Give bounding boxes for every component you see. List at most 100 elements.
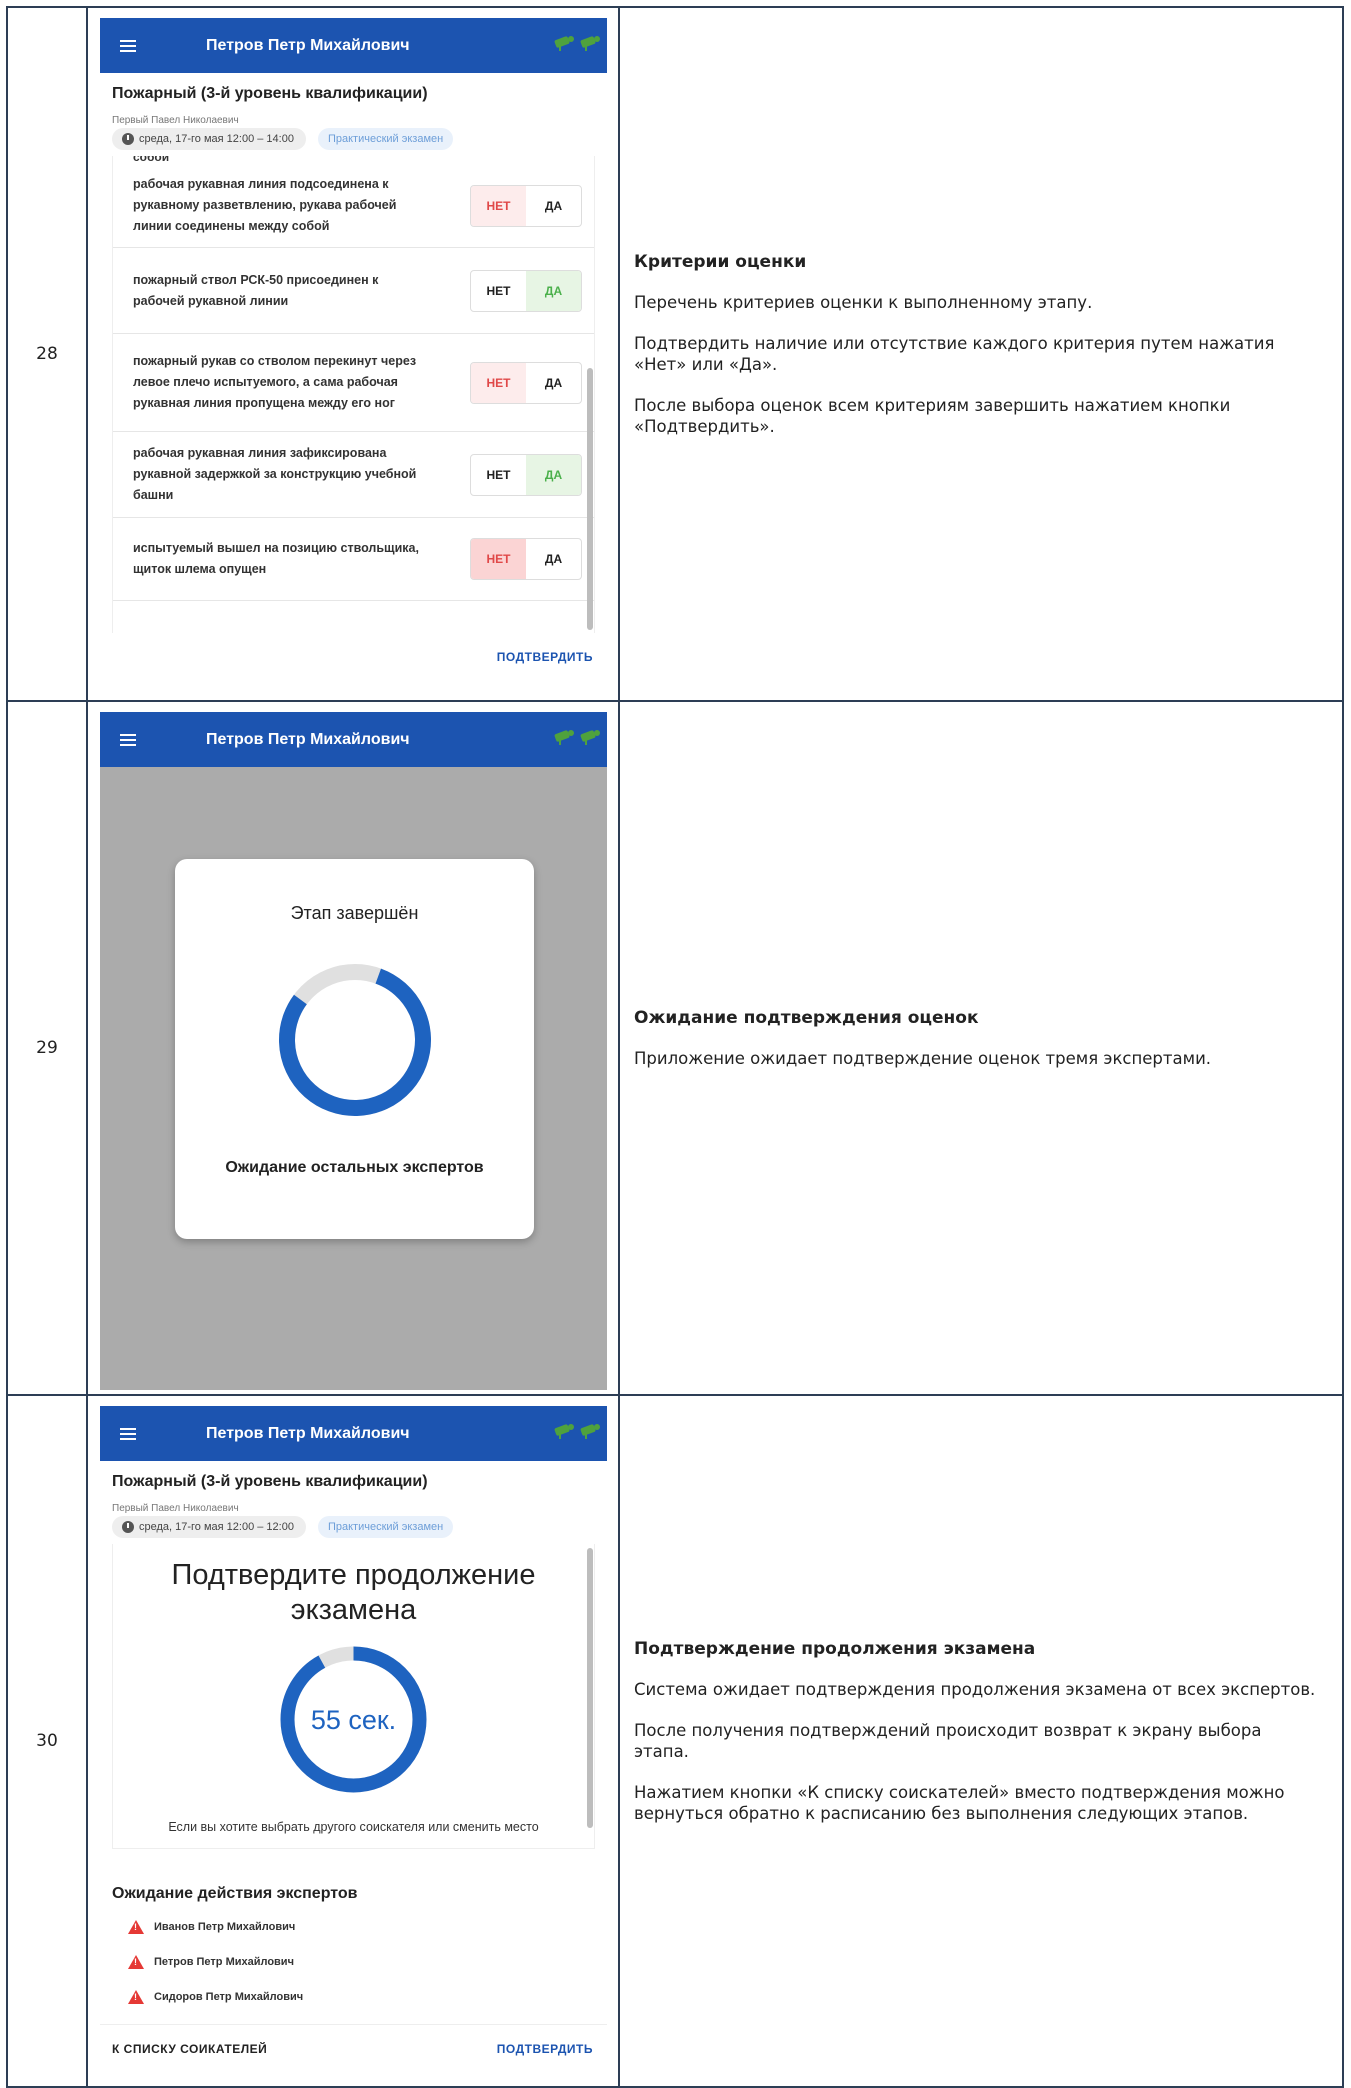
description-cell: Критерии оценки Перечень критериев оценк… [618,6,1344,702]
app-bar-title: Петров Петр Михайлович [206,36,410,54]
description-cell: Подтверждение продолжения экзамена Систе… [618,1394,1344,2088]
app-bar: Петров Петр Михайлович [100,712,607,767]
description-text: Нажатием кнопки «К списку соискателей» в… [634,1782,1285,1823]
phone-screen-criteria: Петров Петр Михайлович Пожарный (3-й уро… [100,18,607,698]
screenshot-cell: Петров Петр Михайлович Пожарный (3-й уро… [86,1394,620,2088]
waiting-experts-heading: Ожидание действия экспертов [112,1885,358,1902]
confirm-continue-panel: Подтвердите продолжение экзамена 55 сек.… [112,1544,595,1849]
examinee-name: Первый Павел Николаевич [112,115,239,126]
criterion-text: пожарный ствол РСК-50 присоединен к рабо… [133,272,379,308]
phone-screen-waiting: Петров Петр Михайлович Этап завершён Ожи… [100,712,607,1390]
camera-icon [553,1423,575,1439]
examinee-name: Первый Павел Николаевич [112,1503,239,1514]
expert-name: Иванов Петр Михайлович [154,1920,296,1933]
screenshot-cell: Петров Петр Михайлович Пожарный (3-й уро… [86,6,620,702]
experts-list: Иванов Петр Михайлович Петров Петр Михай… [100,1903,607,2014]
camera-icon [553,729,575,745]
time-chip: среда, 17-го мая 12:00 – 12:00 [112,1516,306,1538]
criterion-row: рабочая рукавная линия зафиксирована рук… [113,432,594,518]
yes-button[interactable]: ДА [526,270,581,311]
camera-status-icons [553,1423,601,1439]
app-bar-title: Петров Петр Михайлович [206,1424,410,1442]
confirm-button[interactable]: ПОДТВЕРДИТЬ [497,650,593,664]
expert-item: Петров Петр Михайлович [100,1944,607,1979]
footer-actions: К СПИСКУ СОИКАТЕЛЕЙ ПОДТВЕРДИТЬ [100,2024,607,2072]
row-number: 28 [6,6,88,702]
menu-icon[interactable] [120,733,136,746]
row-number: 30 [6,1394,88,2088]
scrollbar[interactable] [587,368,593,630]
exam-type-chip: Практический экзамен [317,128,454,150]
criterion-text: пожарный рукав со стволом перекинут чере… [133,354,417,410]
dialog-title: Этап завершён [290,903,419,923]
expert-item: Сидоров Петр Михайлович [100,1979,607,2014]
description-title: Подтверждение продолжения экзамена [634,1638,1036,1659]
yes-button[interactable]: ДА [526,363,581,403]
countdown-ring: 55 сек. [280,1646,427,1793]
screenshot-cell: Петров Петр Михайлович Этап завершён Ожи… [86,700,620,1396]
description-text: Перечень критериев оценки к выполненному… [634,292,1093,312]
clock-icon [122,133,134,145]
no-button[interactable]: НЕТ [471,271,526,311]
criterion-text: испытуемый вышел на позицию ствольщика, … [133,541,419,576]
time-chip-label: среда, 17-го мая 12:00 – 14:00 [139,133,294,145]
criterion-row: рабочая рукавная линия подсоединена к ру… [113,164,594,248]
warning-icon [128,1989,144,2004]
menu-icon[interactable] [120,39,136,52]
countdown-label: 55 сек. [311,1705,396,1735]
confirm-title-line: Подтвердите продолжение [171,1559,536,1591]
criteria-list[interactable]: собой рабочая рукавная линия подсоединен… [112,156,595,633]
expert-name: Сидоров Петр Михайлович [154,1990,304,2003]
criterion-text: рабочая рукавная линия зафиксирована рук… [133,446,417,502]
camera-icon [579,35,601,51]
warning-icon [128,1919,144,1934]
dialog-subtitle: Ожидание остальных экспертов [225,1159,484,1176]
no-button[interactable]: НЕТ [471,539,526,579]
criterion-row: пожарный ствол РСК-50 присоединен к рабо… [113,248,594,334]
criterion-text: рабочая рукавная линия подсоединена к ру… [133,177,397,233]
description-cell: Ожидание подтверждения оценок Приложение… [618,700,1344,1396]
table-row: 29 Петров Петр Михайлович Этап завершён [6,700,1344,1396]
description-title: Ожидание подтверждения оценок [634,1007,979,1028]
phone-screen-continue: Петров Петр Михайлович Пожарный (3-й уро… [100,1406,607,2086]
yes-button[interactable]: ДА [526,539,581,579]
table-row: 28 Петров Петр Михайлович Пожарный (3-й … [6,6,1344,702]
exam-header: Пожарный (3-й уровень квалификации) Перв… [100,73,607,156]
stage-complete-dialog: Этап завершён Ожидание остальных эксперт… [175,859,534,1239]
app-bar: Петров Петр Михайлович [100,18,607,73]
description-text: После получения подтверждений происходит… [634,1720,1262,1761]
back-to-applicants-button[interactable]: К СПИСКУ СОИКАТЕЛЕЙ [112,2042,267,2056]
exam-title: Пожарный (3-й уровень квалификации) [112,1473,428,1490]
criterion-row: испытуемый вышел на позицию ствольщика, … [113,518,594,601]
no-button[interactable]: НЕТ [471,185,526,226]
clock-icon [122,1521,134,1533]
yes-button[interactable]: ДА [526,186,581,226]
camera-icon [553,35,575,51]
row-number: 29 [6,700,88,1396]
description-title: Критерии оценки [634,251,807,272]
app-bar-title: Петров Петр Михайлович [206,730,410,748]
description-text: Приложение ожидает подтверждение оценок … [634,1048,1212,1068]
camera-icon [579,729,601,745]
scrollbar[interactable] [587,1548,593,1828]
description-text: Подтвердить наличие или отсутствие каждо… [634,333,1275,374]
exam-header: Пожарный (3-й уровень квалификации) Перв… [100,1461,607,1544]
criteria-cut-text: собой [133,156,170,164]
yes-no-toggle: НЕТ ДА [470,538,582,580]
criterion-row: пожарный рукав со стволом перекинут чере… [113,334,594,432]
no-button[interactable]: НЕТ [471,455,526,495]
camera-status-icons [553,35,601,51]
yes-no-toggle: НЕТ ДА [470,269,582,312]
time-chip-label: среда, 17-го мая 12:00 – 12:00 [139,1521,294,1533]
exam-type-chip: Практический экзамен [317,1516,454,1538]
menu-icon[interactable] [120,1427,136,1440]
loading-spinner [278,964,431,1116]
camera-status-icons [553,729,601,745]
yes-button[interactable]: ДА [526,454,581,495]
confirm-title: Подтвердите продолжение экзамена [113,1544,594,1628]
doc-table: 28 Петров Петр Михайлович Пожарный (3-й … [6,6,1344,2088]
confirm-button[interactable]: ПОДТВЕРДИТЬ [497,2042,593,2056]
footer-actions: ПОДТВЕРДИТЬ [100,633,607,681]
no-button[interactable]: НЕТ [471,362,526,403]
camera-icon [579,1423,601,1439]
